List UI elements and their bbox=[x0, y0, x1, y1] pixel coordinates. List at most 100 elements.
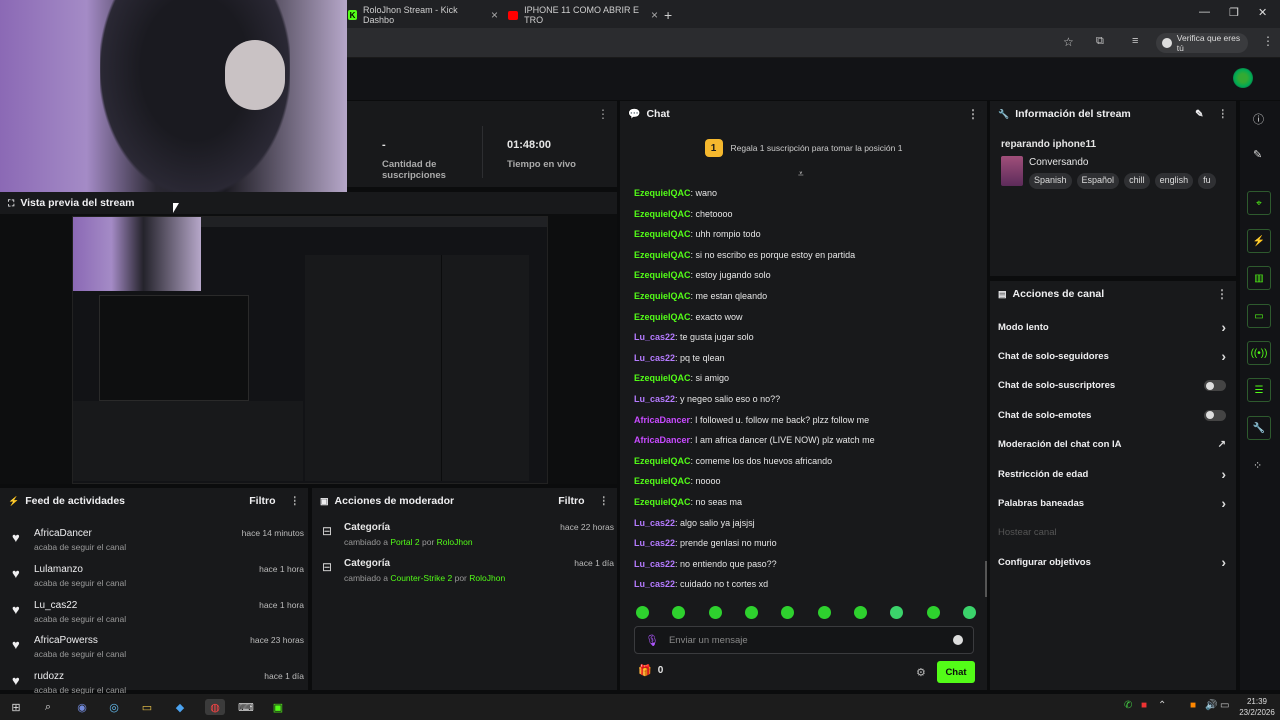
feed-username[interactable]: AfricaPowerss bbox=[34, 635, 98, 646]
chat-message[interactable]: EzequielQAC: comeme los dos huevos afric… bbox=[620, 451, 982, 472]
chat-message[interactable]: Lu_cas22: prende genlasi no murio bbox=[620, 533, 982, 554]
discord-icon[interactable]: ◉ bbox=[74, 699, 90, 715]
feed-username[interactable]: Lulamanzo bbox=[34, 564, 83, 575]
channel-action-item[interactable]: Moderación del chat con IA ↗ bbox=[998, 435, 1226, 455]
kick-app-icon[interactable]: ▣ bbox=[270, 699, 286, 715]
stream-tag[interactable]: chill bbox=[1124, 173, 1150, 189]
info-circle-icon[interactable]: ⓘ bbox=[1253, 111, 1264, 127]
chat-settings-icon[interactable]: ⚙ bbox=[916, 666, 926, 679]
chat-message[interactable]: AfricaDancer: I am africa dancer (LIVE N… bbox=[620, 430, 982, 451]
chat-username[interactable]: EzequielQAC bbox=[634, 312, 691, 322]
chat-message[interactable]: Lu_cas22: y negeo salio eso o no?? bbox=[620, 389, 982, 410]
pencil-icon[interactable]: ✎ bbox=[1253, 148, 1262, 161]
search-icon[interactable]: ⌕ bbox=[40, 699, 56, 715]
mod-action-item[interactable]: ⊟ Categoría cambiado a Portal 2 por RoloJh… bbox=[320, 520, 614, 556]
chat-message[interactable]: EzequielQAC: exacto wow bbox=[620, 307, 982, 328]
emoji-picker-icon[interactable] bbox=[953, 635, 963, 645]
emote-icon[interactable] bbox=[926, 606, 940, 619]
chat-username[interactable]: Lu_cas22 bbox=[634, 559, 675, 569]
tab-kick-dashboard[interactable]: K RoloJhon Stream - Kick Dashbo × bbox=[348, 4, 498, 26]
chat-message[interactable]: Lu_cas22: cuidado no t cortes xd bbox=[620, 574, 982, 595]
chat-username[interactable]: AfricaDancer bbox=[634, 435, 690, 445]
chat-message[interactable]: EzequielQAC: wano bbox=[620, 183, 982, 204]
mod-value[interactable]: Counter-Strike 2 bbox=[390, 573, 452, 583]
rail-focus-icon[interactable]: ⌖ bbox=[1247, 191, 1271, 215]
feed-username[interactable]: Lu_cas22 bbox=[34, 600, 77, 611]
emote-icon[interactable] bbox=[781, 606, 795, 619]
whatsapp-tray-icon[interactable]: ✆ bbox=[1124, 700, 1132, 711]
windows-start-icon[interactable]: ⊞ bbox=[8, 699, 24, 715]
mod-action-item[interactable]: ⊟ Categoría cambiado a Counter-Strike 2 po… bbox=[320, 556, 614, 592]
close-tab-icon[interactable]: × bbox=[651, 8, 658, 22]
profile-button[interactable]: Verifica que eres tú bbox=[1156, 33, 1248, 53]
rail-chat-icon[interactable]: ▭ bbox=[1247, 304, 1271, 328]
rail-dots-icon[interactable]: ⁘ bbox=[1253, 459, 1262, 472]
emote-icon[interactable] bbox=[744, 606, 758, 619]
system-clock[interactable]: 21:39 23/2/2026 bbox=[1237, 696, 1277, 718]
chat-username[interactable]: EzequielQAC bbox=[634, 270, 691, 280]
emote-icon[interactable] bbox=[708, 606, 722, 619]
channel-action-item[interactable]: Chat de solo-seguidores › bbox=[998, 346, 1226, 366]
channel-action-item[interactable]: Configurar objetivos › bbox=[998, 552, 1226, 572]
feed-username[interactable]: AfricaDancer bbox=[34, 528, 92, 539]
chat-username[interactable]: AfricaDancer bbox=[634, 415, 690, 425]
mod-user[interactable]: RoloJhon bbox=[437, 537, 473, 547]
chat-username[interactable]: EzequielQAC bbox=[634, 188, 691, 198]
chat-username[interactable]: Lu_cas22 bbox=[634, 579, 675, 589]
emote-icon[interactable] bbox=[672, 606, 686, 619]
volume-icon[interactable]: 🔊 bbox=[1205, 700, 1217, 711]
points-display[interactable]: 🎁 0 bbox=[638, 664, 663, 677]
emote-icon[interactable] bbox=[636, 606, 649, 619]
chat-message[interactable]: EzequielQAC: chetoooo bbox=[620, 204, 982, 225]
preview-video[interactable] bbox=[72, 216, 548, 484]
chat-input[interactable]: 🎙 Enviar un mensaje bbox=[634, 626, 974, 654]
chat-username[interactable]: Lu_cas22 bbox=[634, 518, 675, 528]
tray-arrow-icon[interactable]: ⌃ bbox=[1158, 700, 1166, 711]
chat-username[interactable]: Lu_cas22 bbox=[634, 332, 675, 342]
chat-username[interactable]: EzequielQAC bbox=[634, 497, 691, 507]
send-chat-button[interactable]: Chat bbox=[937, 661, 975, 683]
file-explorer-icon[interactable]: ▭ bbox=[139, 699, 155, 715]
feed-username[interactable]: rudozz bbox=[34, 671, 64, 682]
emote-icon[interactable] bbox=[890, 606, 904, 619]
feed-item[interactable]: ♥ AfricaDancer acaba de seguir el canal hac… bbox=[8, 526, 304, 562]
chat-message[interactable]: EzequielQAC: si no escribo es porque est… bbox=[620, 245, 982, 266]
edit-pencil-icon[interactable]: ✎ bbox=[1195, 109, 1203, 120]
restore-icon[interactable]: ❐ bbox=[1229, 6, 1239, 19]
extensions-icon[interactable]: ⧉ bbox=[1096, 35, 1104, 48]
chat-message[interactable]: EzequielQAC: me estan qleando bbox=[620, 286, 982, 307]
feed-item[interactable]: ♥ AfricaPowerss acaba de seguir el canal ha… bbox=[8, 633, 304, 669]
chat-message[interactable]: EzequielQAC: no seas ma bbox=[620, 492, 982, 513]
chat-message[interactable]: EzequielQAC: si amigo bbox=[620, 368, 982, 389]
chat-username[interactable]: Lu_cas22 bbox=[634, 394, 675, 404]
rail-server-icon[interactable]: ☰ bbox=[1247, 378, 1271, 402]
chat-username[interactable]: EzequielQAC bbox=[634, 456, 691, 466]
emote-icon[interactable] bbox=[962, 606, 976, 619]
stream-tag[interactable]: Spanish bbox=[1029, 173, 1072, 189]
chat-username[interactable]: EzequielQAC bbox=[634, 291, 691, 301]
chat-message[interactable]: Lu_cas22: te gusta jugar solo bbox=[620, 327, 982, 348]
feed-item[interactable]: ♥ Lulamanzo acaba de seguir el canal hace 1… bbox=[8, 562, 304, 598]
chat-message[interactable]: Lu_cas22: pq te qlean bbox=[620, 348, 982, 369]
channel-action-item[interactable]: Chat de solo-suscriptores bbox=[998, 376, 1226, 396]
steam-icon[interactable]: ◎ bbox=[106, 699, 122, 715]
tab-youtube[interactable]: IPHONE 11 COMO ABRIR E TRO × bbox=[508, 4, 658, 26]
chat-message[interactable]: EzequielQAC: uhh rompio todo bbox=[620, 224, 982, 245]
channel-action-item[interactable]: Restricción de edad › bbox=[998, 464, 1226, 484]
close-tab-icon[interactable]: × bbox=[491, 8, 498, 22]
mod-menu-icon[interactable]: ⋮ bbox=[599, 495, 610, 507]
gift-sub-banner[interactable]: 1 Regala 1 suscripción para tomar la pos… bbox=[620, 135, 987, 161]
reading-list-icon[interactable]: ≡ bbox=[1132, 35, 1138, 47]
feed-menu-icon[interactable]: ⋮ bbox=[290, 495, 301, 507]
tray-app-icon[interactable]: ■ bbox=[1141, 700, 1147, 711]
chat-scrollbar[interactable] bbox=[985, 561, 987, 597]
feed-item[interactable]: ♥ Lu_cas22 acaba de seguir el canal hace 1 … bbox=[8, 598, 304, 634]
channel-action-item[interactable]: Palabras baneadas › bbox=[998, 493, 1226, 513]
mod-value[interactable]: Portal 2 bbox=[390, 537, 419, 547]
info-menu-icon[interactable]: ⋮ bbox=[1218, 108, 1229, 120]
channel-action-item[interactable]: Modo lento › bbox=[998, 317, 1226, 337]
stream-tag[interactable]: english bbox=[1154, 173, 1194, 189]
chat-username[interactable]: EzequielQAC bbox=[634, 373, 691, 383]
chat-username[interactable]: EzequielQAC bbox=[634, 209, 691, 219]
chat-message[interactable]: Lu_cas22: algo salio ya jajsjsj bbox=[620, 513, 982, 534]
